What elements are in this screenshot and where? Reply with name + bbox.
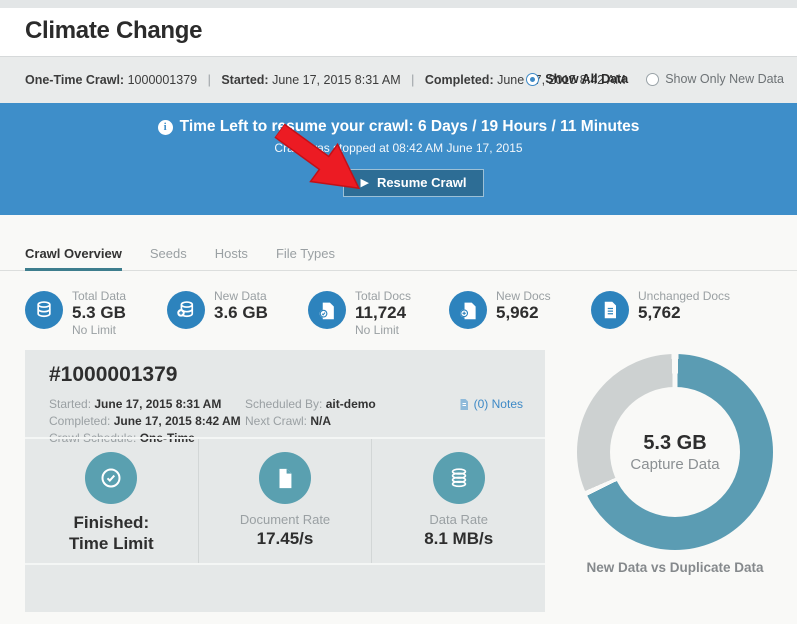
document-check-icon xyxy=(308,291,346,329)
metric-value: Finished: xyxy=(25,512,198,533)
completed-label: Completed: xyxy=(425,73,494,87)
metric-value-line2: Time Limit xyxy=(25,533,198,554)
stat-sub: No Limit xyxy=(355,323,411,337)
donut-caption: New Data vs Duplicate Data xyxy=(577,560,773,575)
crawl-dashboard: Climate Change One-Time Crawl: 100000137… xyxy=(0,0,797,624)
detail-value: June 17, 2015 8:31 AM xyxy=(94,397,221,411)
metric-value: 8.1 MB/s xyxy=(372,528,545,549)
notes-link-label: (0) Notes xyxy=(474,397,523,411)
check-circle-icon xyxy=(85,452,137,504)
document-icon xyxy=(591,291,629,329)
tab-hosts[interactable]: Hosts xyxy=(215,246,248,270)
play-icon: ▶ xyxy=(360,176,368,189)
crawl-id-value: 1000001379 xyxy=(128,73,198,87)
stat-value: 5,762 xyxy=(638,303,730,323)
stat-value: 11,724 xyxy=(355,303,411,323)
crawl-type-label: One-Time Crawl: xyxy=(25,73,124,87)
stat-value: 3.6 GB xyxy=(214,303,268,323)
stat-new-docs: New Docs 5,962 xyxy=(449,289,551,341)
detail-row: Started: June 17, 2015 8:31 AM xyxy=(49,396,241,413)
detail-label: Completed: xyxy=(49,414,110,428)
metric-document-rate: Document Rate 17.45/s xyxy=(198,439,372,563)
page-title: Climate Change xyxy=(25,17,202,45)
crawl-detail-panel: #1000001379 Started: June 17, 2015 8:31 … xyxy=(25,350,545,612)
stat-value: 5.3 GB xyxy=(72,303,126,323)
tab-bar: Crawl Overview Seeds Hosts File Types xyxy=(0,236,797,271)
stat-label: Total Docs xyxy=(355,289,411,303)
database-icon xyxy=(433,452,485,504)
page-header: Climate Change xyxy=(0,8,797,56)
notes-link[interactable]: (0) Notes xyxy=(458,397,523,411)
database-icon xyxy=(25,291,63,329)
stat-unchanged-docs: Unchanged Docs 5,762 xyxy=(591,289,730,341)
donut-center-label: Capture Data xyxy=(630,456,719,473)
stat-total-docs: Total Docs 11,724 No Limit xyxy=(308,289,411,341)
resume-crawl-button[interactable]: ▶ Resume Crawl xyxy=(343,169,483,197)
top-strip xyxy=(0,0,797,8)
radio-show-all-data[interactable]: Show All Data xyxy=(526,72,628,86)
detail-value: June 17, 2015 8:42 AM xyxy=(114,414,241,428)
donut-center: 5.3 GB Capture Data xyxy=(610,387,740,517)
resume-crawl-label: Resume Crawl xyxy=(377,175,467,190)
stat-value: 5,962 xyxy=(496,303,551,323)
stat-total-data: Total Data 5.3 GB No Limit xyxy=(25,289,126,341)
crawl-info-bar: One-Time Crawl: 1000001379 | Started: Ju… xyxy=(0,56,797,103)
database-plus-icon xyxy=(167,291,205,329)
detail-label: Started: xyxy=(49,397,91,411)
started-label: Started: xyxy=(221,73,268,87)
document-icon xyxy=(259,452,311,504)
stat-sub: No Limit xyxy=(72,323,126,337)
detail-row: Next Crawl: N/A xyxy=(245,413,376,430)
info-icon: i xyxy=(158,120,173,135)
panel-divider xyxy=(25,563,545,565)
stat-label: New Docs xyxy=(496,289,551,303)
donut-center-value: 5.3 GB xyxy=(643,432,706,455)
crawl-details-mid: Scheduled By: ait-demo Next Crawl: N/A xyxy=(245,396,376,430)
radio-button-icon[interactable] xyxy=(526,73,539,86)
metric-value: 17.45/s xyxy=(199,528,372,549)
metric-data-rate: Data Rate 8.1 MB/s xyxy=(371,439,545,563)
donut-chart: 5.3 GB Capture Data xyxy=(577,354,773,550)
detail-row: Completed: June 17, 2015 8:42 AM xyxy=(49,413,241,430)
radio-show-only-new-data[interactable]: Show Only New Data xyxy=(646,72,784,86)
crawl-stopped-text: Crawl was stopped at 08:42 AM June 17, 2… xyxy=(0,141,797,155)
time-left-headline: i Time Left to resume your crawl: 6 Days… xyxy=(0,118,797,136)
separator: | xyxy=(208,73,211,87)
crawl-metrics: Finished: Time Limit Document Rate 17.45… xyxy=(25,439,545,563)
detail-value: ait-demo xyxy=(326,397,376,411)
metric-label: Data Rate xyxy=(372,512,545,528)
detail-row: Scheduled By: ait-demo xyxy=(245,396,376,413)
note-document-icon xyxy=(458,398,470,411)
tab-seeds[interactable]: Seeds xyxy=(150,246,187,270)
detail-label: Next Crawl: xyxy=(245,414,307,428)
radio-button-icon[interactable] xyxy=(646,73,659,86)
detail-value: N/A xyxy=(310,414,331,428)
radio-label: Show Only New Data xyxy=(665,72,784,86)
started-value: June 17, 2015 8:31 AM xyxy=(272,73,401,87)
resume-crawl-banner: i Time Left to resume your crawl: 6 Days… xyxy=(0,103,797,215)
tab-file-types[interactable]: File Types xyxy=(276,246,335,270)
detail-label: Scheduled By: xyxy=(245,397,322,411)
separator: | xyxy=(411,73,414,87)
stat-new-data: New Data 3.6 GB xyxy=(167,289,268,341)
time-left-text: Time Left to resume your crawl: 6 Days /… xyxy=(180,118,640,136)
crawl-id-heading: #1000001379 xyxy=(49,363,177,387)
data-filter-radio-group: Show All Data Show Only New Data xyxy=(526,72,784,86)
stat-label: Total Data xyxy=(72,289,126,303)
metric-finished-status: Finished: Time Limit xyxy=(25,439,198,563)
stat-label: New Data xyxy=(214,289,268,303)
document-plus-icon xyxy=(449,291,487,329)
stat-label: Unchanged Docs xyxy=(638,289,730,303)
metric-label: Document Rate xyxy=(199,512,372,528)
radio-label: Show All Data xyxy=(545,72,628,86)
tab-crawl-overview[interactable]: Crawl Overview xyxy=(25,246,122,270)
